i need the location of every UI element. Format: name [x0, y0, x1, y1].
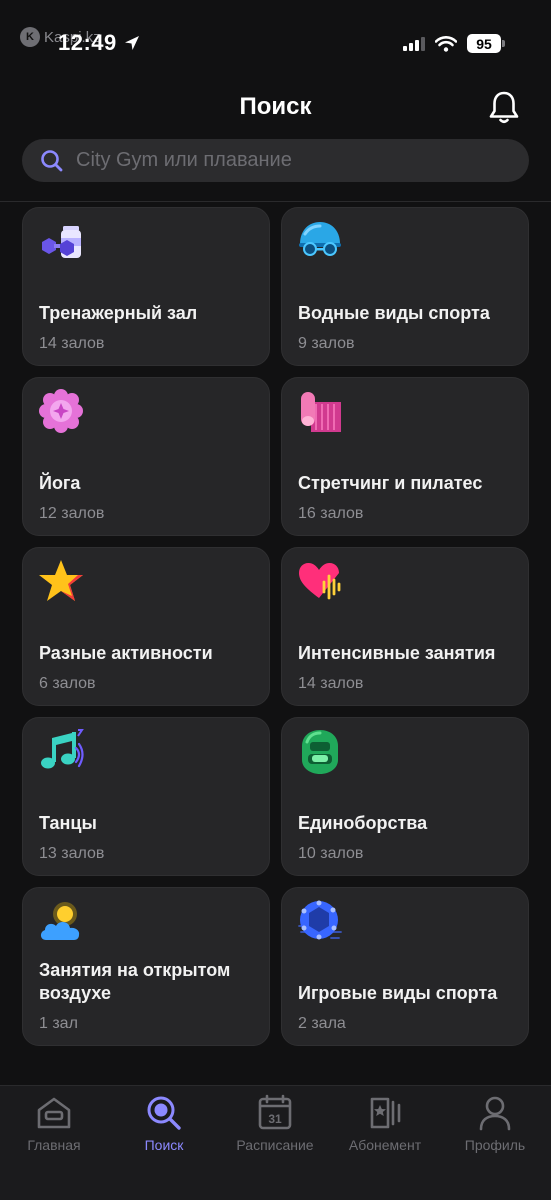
swim-cap-goggles-icon [299, 222, 341, 256]
category-name: Интенсивные занятия [298, 643, 496, 663]
category-card-outdoor[interactable]: Занятия на открытом воздухе 1 зал [22, 887, 270, 1046]
category-card-water[interactable]: Водные виды спорта 9 залов [281, 207, 529, 366]
search-input[interactable] [76, 149, 496, 172]
status-time-text: 12:49 [58, 30, 117, 55]
tab-label: Расписание [236, 1137, 314, 1153]
category-name: Единоборства [298, 813, 428, 833]
tab-subscription[interactable]: Абонемент [335, 1094, 435, 1164]
search-icon [147, 1096, 181, 1130]
home-icon [37, 1097, 71, 1129]
header-divider [0, 201, 551, 202]
tab-home[interactable]: Главная [4, 1094, 104, 1164]
category-count: 9 залов [298, 335, 355, 352]
category-count: 1 зал [39, 1015, 78, 1032]
tab-search[interactable]: Поиск [114, 1094, 214, 1164]
category-count: 2 зала [298, 1015, 346, 1032]
kaspi-logo-icon: K [20, 27, 40, 47]
ball-icon [298, 900, 342, 940]
tab-profile[interactable]: Профиль [445, 1094, 545, 1164]
search-icon [41, 149, 63, 171]
category-card-games[interactable]: Игровые виды спорта 2 зала [281, 887, 529, 1046]
status-bar: K Kaspi.kz 12:49 95 [0, 0, 551, 86]
category-card-gym[interactable]: Тренажерный зал 14 залов [22, 207, 270, 366]
category-count: 10 залов [298, 845, 364, 862]
category-name: Игровые виды спорта [298, 983, 498, 1003]
cellular-signal-icon [403, 36, 425, 51]
tab-label: Поиск [144, 1137, 184, 1153]
category-card-martial-arts[interactable]: Единоборства 10 залов [281, 717, 529, 876]
category-count: 14 залов [298, 675, 364, 692]
tab-schedule[interactable]: 31 Расписание [225, 1094, 325, 1164]
sun-cloud-icon [40, 902, 80, 940]
star-icon [39, 560, 83, 601]
category-card-yoga[interactable]: Йога 12 залов [22, 377, 270, 536]
category-name: Тренажерный зал [39, 303, 198, 323]
wifi-icon [435, 35, 457, 52]
tab-label: Профиль [464, 1137, 526, 1153]
tab-label: Абонемент [348, 1137, 422, 1153]
category-name: Занятия на открытом воздухе [39, 960, 231, 1003]
heart-pulse-icon [299, 563, 341, 600]
notifications-button[interactable] [486, 90, 522, 126]
category-name: Йога [39, 473, 81, 493]
status-indicators: 95 [403, 34, 505, 53]
profile-icon [479, 1096, 511, 1131]
category-count: 14 залов [39, 335, 105, 352]
calendar-day: 31 [268, 1112, 282, 1126]
category-card-dance[interactable]: Танцы 13 залов [22, 717, 270, 876]
category-name: Водные виды спорта [298, 303, 490, 323]
music-note-icon [41, 729, 84, 769]
category-name: Разные активности [39, 643, 213, 663]
category-card-stretching[interactable]: Стретчинг и пилатес 16 залов [281, 377, 529, 536]
category-card-intensive[interactable]: Интенсивные занятия 14 залов [281, 547, 529, 706]
status-time: 12:49 [58, 30, 141, 56]
ticket-icon [370, 1097, 401, 1129]
category-count: 6 залов [39, 675, 96, 692]
yoga-mat-icon [301, 392, 341, 432]
lotus-flower-icon [39, 389, 83, 433]
category-name: Танцы [39, 813, 97, 833]
category-card-activities[interactable]: Разные активности 6 залов [22, 547, 270, 706]
bell-icon [489, 91, 519, 124]
boxing-helmet-icon [302, 730, 338, 774]
tab-label: Главная [27, 1137, 81, 1153]
search-bar[interactable] [22, 139, 529, 182]
battery-level: 95 [467, 34, 501, 53]
category-count: 16 залов [298, 505, 364, 522]
calendar-icon: 31 [258, 1094, 292, 1130]
location-arrow-icon [124, 36, 139, 50]
tab-bar: Главная Поиск 31 Расписание Абонемент Пр… [0, 1085, 551, 1200]
category-count: 12 залов [39, 505, 105, 522]
category-count: 13 залов [39, 845, 105, 862]
dumbbell-bottle-icon [42, 226, 81, 258]
battery-icon: 95 [467, 34, 505, 53]
category-name: Стретчинг и пилатес [298, 473, 483, 493]
page-title: Поиск [239, 93, 312, 120]
